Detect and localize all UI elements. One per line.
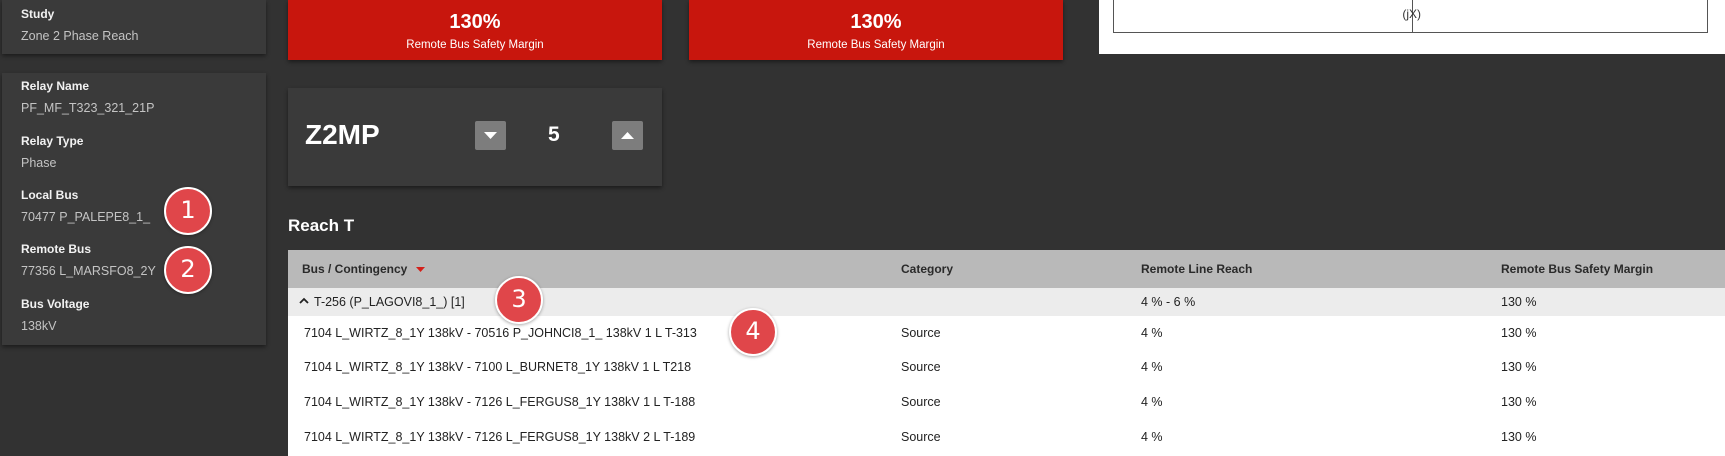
safety-margin-value-2: 130% (850, 11, 902, 33)
increment-button[interactable] (612, 121, 643, 150)
row-category: Source (901, 326, 941, 340)
impedance-chart: (jX) (1099, 0, 1725, 54)
row-contingency: 7104 L_WIRTZ_8_1Y 138kV - 7126 L_FERGUS8… (304, 395, 696, 409)
safety-margin-value-1: 130% (449, 11, 501, 33)
header-bus-contingency[interactable]: Bus / Contingency (302, 262, 425, 276)
remote-bus-value: 77356 L_MARSFO8_2Y (21, 264, 156, 278)
bus-voltage-label: Bus Voltage (21, 297, 90, 311)
relay-type-label: Relay Type (21, 134, 84, 148)
chart-jx-label: (jX) (1402, 7, 1421, 21)
header-bus-contingency-label: Bus / Contingency (302, 262, 408, 276)
header-category[interactable]: Category (901, 262, 953, 276)
table-row[interactable]: 7104 L_WIRTZ_8_1Y 138kV - 7126 L_FERGUS8… (288, 386, 1725, 421)
row-category: Source (901, 360, 941, 374)
remote-bus-label: Remote Bus (21, 242, 92, 256)
header-remote-bus-safety-margin[interactable]: Remote Bus Safety Margin (1501, 262, 1653, 276)
local-bus-label: Local Bus (21, 188, 79, 202)
row-reach: 4 % (1141, 360, 1163, 374)
study-label: Study (21, 7, 55, 21)
row-category: Source (901, 395, 941, 409)
annotation-marker-2: 2 (164, 246, 212, 294)
triangle-up-icon (621, 132, 634, 139)
section-title: Reach T (288, 216, 355, 235)
relay-name-label: Relay Name (21, 79, 90, 93)
chevron-up-icon[interactable] (299, 297, 309, 304)
header-remote-line-reach[interactable]: Remote Line Reach (1141, 262, 1252, 276)
relay-name-value: PF_MF_T323_321_21P (21, 101, 155, 115)
row-contingency: 7104 L_WIRTZ_8_1Y 138kV - 7100 L_BURNET8… (304, 360, 692, 374)
bus-voltage-value: 138kV (21, 319, 57, 333)
row-margin: 130 % (1501, 395, 1537, 409)
safety-margin-label-1: Remote Bus Safety Margin (406, 39, 544, 51)
safety-margin-label-2: Remote Bus Safety Margin (807, 39, 945, 51)
row-reach: 4 % (1141, 326, 1163, 340)
decrement-button[interactable] (475, 121, 506, 150)
zone-stepper-card: Z2MP 5 (288, 88, 662, 186)
annotation-marker-1: 1 (164, 187, 212, 235)
annotation-marker-3: 3 (495, 276, 543, 324)
relay-info-card: Relay Name PF_MF_T323_321_21P Relay Type… (2, 73, 266, 345)
group-margin: 130 % (1501, 295, 1537, 309)
group-reach: 4 % - 6 % (1141, 295, 1196, 309)
row-reach: 4 % (1141, 430, 1163, 444)
row-contingency: 7104 L_WIRTZ_8_1Y 138kV - 7126 L_FERGUS8… (304, 430, 696, 444)
sort-desc-icon (415, 267, 425, 273)
annotation-marker-4: 4 (729, 308, 777, 356)
study-card: Study Zone 2 Phase Reach (2, 0, 266, 54)
safety-margin-card-2: 130% Remote Bus Safety Margin (689, 0, 1063, 60)
triangle-down-icon (484, 132, 497, 139)
row-contingency: 7104 L_WIRTZ_8_1Y 138kV - 70516 P_JOHNCI… (304, 326, 697, 340)
table-row[interactable]: 7104 L_WIRTZ_8_1Y 138kV - 7126 L_FERGUS8… (288, 421, 1725, 456)
local-bus-value: 70477 P_PALEPE8_1_ (21, 210, 151, 224)
row-margin: 130 % (1501, 360, 1537, 374)
row-margin: 130 % (1501, 326, 1537, 340)
study-value: Zone 2 Phase Reach (21, 29, 139, 43)
table-row[interactable]: 7104 L_WIRTZ_8_1Y 138kV - 70516 P_JOHNCI… (288, 316, 1725, 351)
group-label: T-256 (P_LAGOVI8_1_) [1] (314, 295, 465, 309)
zone-name: Z2MP (305, 119, 380, 150)
table-row[interactable]: 7104 L_WIRTZ_8_1Y 138kV - 7100 L_BURNET8… (288, 351, 1725, 386)
safety-margin-card-1: 130% Remote Bus Safety Margin (288, 0, 662, 60)
relay-type-value: Phase (21, 156, 57, 170)
row-margin: 130 % (1501, 430, 1537, 444)
row-reach: 4 % (1141, 395, 1163, 409)
step-value: 5 (548, 123, 560, 146)
row-category: Source (901, 430, 941, 444)
